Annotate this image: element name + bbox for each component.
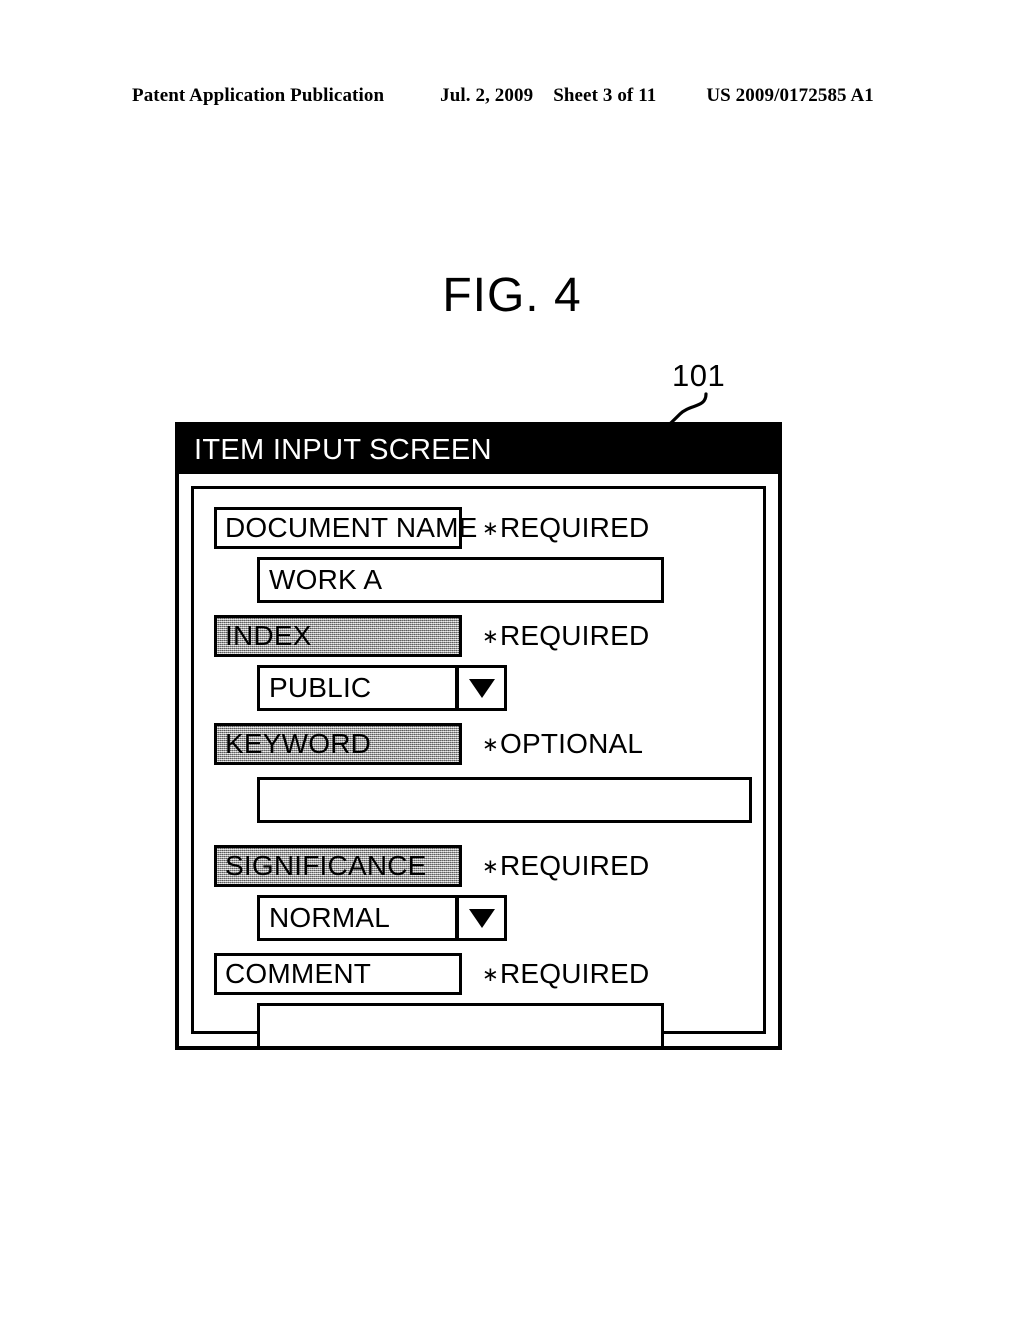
keyword-input[interactable] bbox=[257, 777, 752, 823]
requirement-text-document-name: REQUIRED bbox=[499, 512, 650, 543]
field-row-document-name: DOCUMENT NAME ∗ REQUIRED bbox=[194, 507, 763, 549]
index-select-value: PUBLIC bbox=[269, 672, 372, 703]
requirement-comment: ∗ REQUIRED bbox=[482, 953, 649, 995]
asterisk-icon: ∗ bbox=[482, 518, 499, 540]
requirement-text-keyword: OPTIONAL bbox=[499, 728, 644, 759]
chevron-down-icon bbox=[468, 678, 495, 698]
field-label-significance: SIGNIFICANCE bbox=[225, 850, 427, 881]
publication-label: Patent Application Publication bbox=[132, 85, 385, 106]
asterisk-icon: ∗ bbox=[482, 964, 499, 986]
requirement-text-comment: REQUIRED bbox=[499, 958, 650, 989]
screen-title-bar: ITEM INPUT SCREEN bbox=[179, 426, 778, 474]
requirement-keyword: ∗ OPTIONAL bbox=[482, 723, 643, 765]
asterisk-icon: ∗ bbox=[482, 856, 499, 878]
requirement-text-index: REQUIRED bbox=[499, 620, 650, 651]
document-name-input[interactable]: WORK A bbox=[257, 557, 664, 603]
index-select-arrow-button[interactable] bbox=[457, 665, 507, 711]
field-label-index: INDEX bbox=[225, 620, 312, 651]
significance-select-arrow-button[interactable] bbox=[457, 895, 507, 941]
figure-title: FIG. 4 bbox=[442, 269, 582, 322]
value-row-significance: NORMAL bbox=[194, 895, 763, 941]
field-label-document-name: DOCUMENT NAME bbox=[225, 512, 478, 543]
item-input-screen-window: ITEM INPUT SCREEN DOCUMENT NAME ∗ REQUIRE… bbox=[175, 422, 782, 1050]
index-select[interactable]: PUBLIC bbox=[257, 665, 507, 711]
item-input-form: DOCUMENT NAME ∗ REQUIRED WORK A INDEX ∗ RE… bbox=[194, 489, 763, 1049]
field-row-index: INDEX ∗ REQUIRED bbox=[194, 615, 763, 657]
asterisk-icon: ∗ bbox=[482, 626, 499, 648]
value-row-index: PUBLIC bbox=[194, 665, 763, 711]
page-header: Patent Application Publication Jul. 2, 2… bbox=[132, 85, 892, 111]
label-box-index: INDEX bbox=[214, 615, 462, 657]
value-row-comment bbox=[194, 1003, 763, 1049]
screen-title: ITEM INPUT SCREEN bbox=[194, 433, 492, 466]
label-box-keyword: KEYWORD bbox=[214, 723, 462, 765]
field-row-significance: SIGNIFICANCE ∗ REQUIRED bbox=[194, 845, 763, 887]
value-row-keyword bbox=[194, 777, 763, 823]
patent-number: US 2009/0172585 A1 bbox=[706, 85, 874, 106]
field-label-comment: COMMENT bbox=[225, 958, 372, 989]
screen-content-panel: DOCUMENT NAME ∗ REQUIRED WORK A INDEX ∗ RE… bbox=[191, 486, 766, 1049]
significance-select-box[interactable]: NORMAL bbox=[257, 895, 457, 941]
label-box-comment: COMMENT bbox=[214, 953, 462, 995]
label-box-document-name: DOCUMENT NAME bbox=[214, 507, 477, 549]
chevron-down-icon bbox=[468, 908, 495, 928]
field-row-comment: COMMENT ∗ REQUIRED bbox=[194, 953, 763, 995]
comment-input[interactable] bbox=[257, 1003, 664, 1049]
callout-101-label: 101 bbox=[672, 358, 726, 393]
asterisk-icon: ∗ bbox=[482, 734, 499, 756]
sheet-number: Sheet 3 of 11 bbox=[553, 85, 657, 106]
field-row-keyword: KEYWORD ∗ OPTIONAL bbox=[194, 723, 763, 765]
field-label-keyword: KEYWORD bbox=[225, 728, 372, 759]
requirement-document-name: ∗ REQUIRED bbox=[482, 507, 649, 549]
document-name-input-value: WORK A bbox=[269, 564, 383, 595]
publication-date: Jul. 2, 2009 bbox=[440, 85, 534, 106]
requirement-text-significance: REQUIRED bbox=[499, 850, 650, 881]
label-box-significance: SIGNIFICANCE bbox=[214, 845, 462, 887]
requirement-index: ∗ REQUIRED bbox=[482, 615, 649, 657]
significance-select[interactable]: NORMAL bbox=[257, 895, 507, 941]
index-select-box[interactable]: PUBLIC bbox=[257, 665, 457, 711]
value-row-document-name: WORK A bbox=[194, 557, 763, 603]
significance-select-value: NORMAL bbox=[269, 902, 390, 933]
requirement-significance: ∗ REQUIRED bbox=[482, 845, 649, 887]
